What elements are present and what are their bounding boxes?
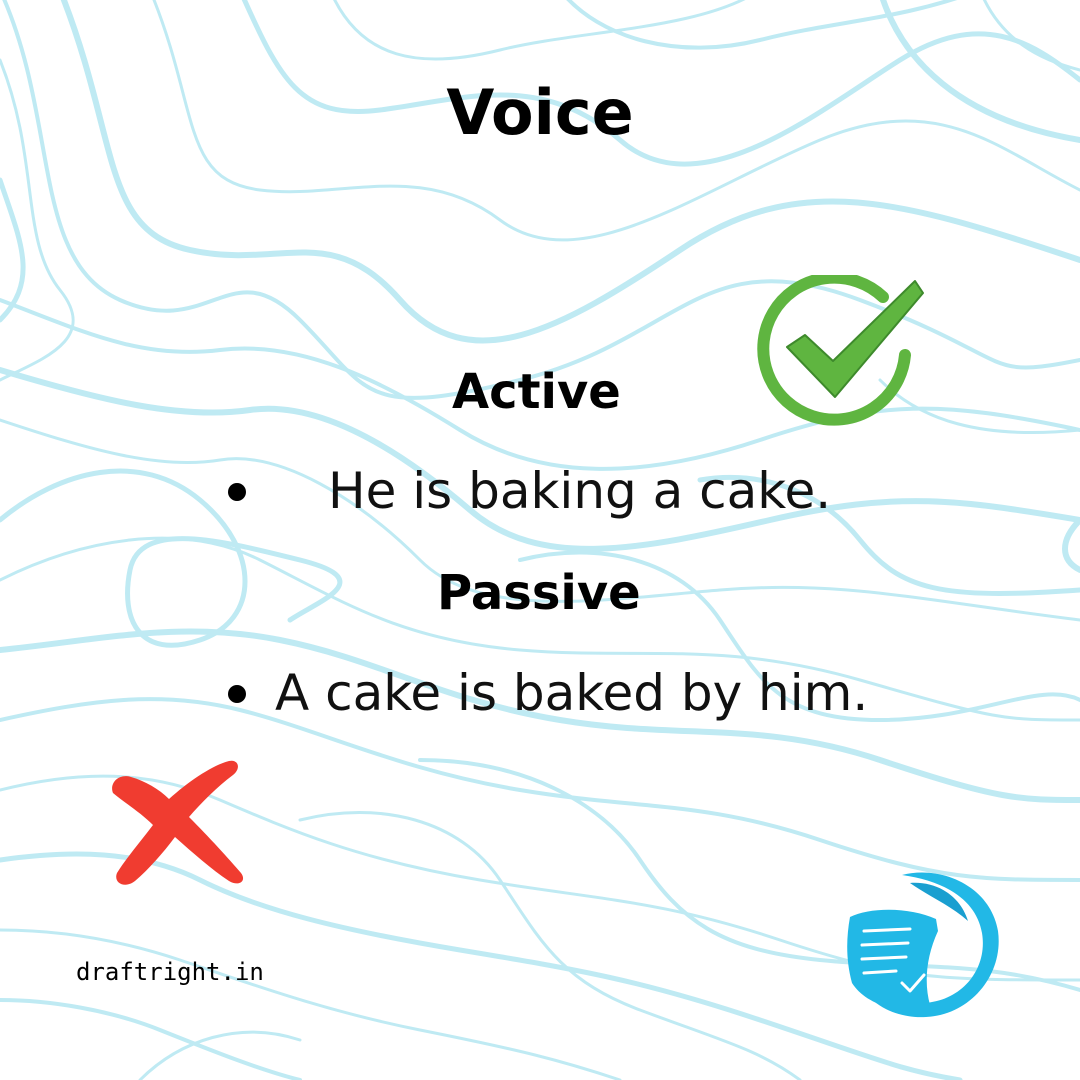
active-bullet [228,483,246,501]
page-title: Voice [446,76,634,149]
draftright-logo-icon [847,872,999,1018]
passive-example: A cake is baked by him. [275,664,869,722]
active-example: He is baking a cake. [328,462,832,520]
footer-website: draftright.in [76,958,264,986]
passive-bullet [228,685,246,703]
check-circle-icon [757,275,924,426]
active-heading: Active [452,364,621,420]
passive-heading: Passive [437,565,641,621]
cross-icon [112,760,244,885]
